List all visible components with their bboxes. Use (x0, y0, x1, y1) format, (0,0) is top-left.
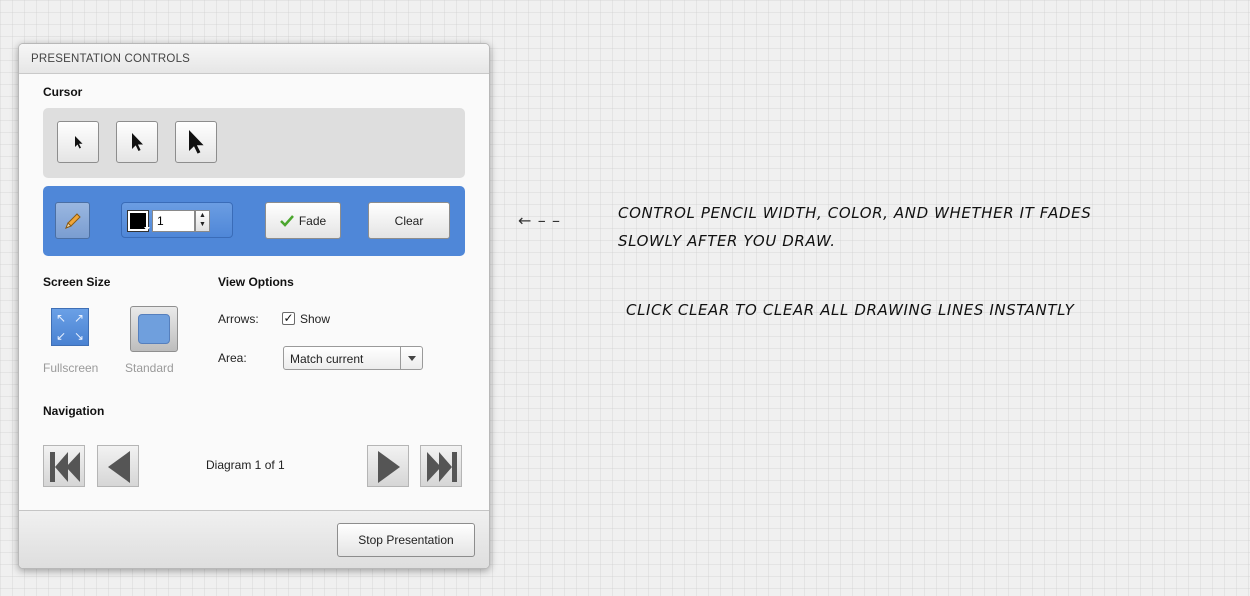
pencil-width-stepper[interactable]: ▲ ▼ (195, 210, 210, 232)
screen-size-title: Screen Size (43, 275, 111, 289)
chevron-down-icon (408, 356, 416, 361)
pencil-style-group: ▲ ▼ (121, 202, 233, 238)
expand-ne-icon: ↗ (74, 311, 85, 325)
swatch-dropdown-icon (144, 227, 150, 231)
fade-button[interactable]: Fade (265, 202, 341, 239)
cursor-small-button[interactable] (57, 121, 99, 163)
stepper-up-icon[interactable]: ▲ (196, 211, 209, 220)
diagram-counter: Diagram 1 of 1 (206, 458, 285, 472)
large-arrow-icon (189, 130, 204, 154)
show-label: Show (300, 312, 331, 326)
annotation-arrow: ← – – (518, 211, 561, 230)
presentation-controls-panel: PRESENTATION CONTROLS Cursor ▲ ▼ (18, 43, 490, 569)
standard-label: Standard (125, 361, 174, 375)
checkmark-icon (279, 214, 294, 227)
cursor-size-group (43, 108, 465, 178)
drawing-controls: ▲ ▼ Fade Clear (43, 186, 465, 256)
skip-to-start-icon (50, 452, 80, 482)
cursor-section-title: Cursor (43, 85, 83, 99)
previous-icon (108, 451, 130, 483)
arrows-label: Arrows: (218, 312, 259, 326)
panel-footer: Stop Presentation (19, 510, 489, 568)
clear-button-label: Clear (394, 213, 424, 228)
expand-se-icon: ↘ (74, 329, 85, 343)
standard-screen-icon (138, 314, 170, 344)
stop-presentation-label: Stop Presentation (358, 533, 454, 547)
annotation-line-2: SLOWLY AFTER YOU DRAW. (618, 232, 836, 250)
first-slide-button[interactable] (43, 445, 85, 487)
expand-sw-icon: ↙ (56, 329, 67, 343)
skip-to-end-icon (427, 452, 457, 482)
annotation-line-3: CLICK CLEAR TO CLEAR ALL DRAWING LINES I… (626, 301, 1075, 319)
previous-slide-button[interactable] (97, 445, 139, 487)
area-label: Area: (218, 351, 247, 365)
cursor-large-button[interactable] (175, 121, 217, 163)
last-slide-button[interactable] (420, 445, 462, 487)
clear-button[interactable]: Clear (368, 202, 450, 239)
pencil-icon (64, 212, 81, 229)
next-icon (378, 451, 400, 483)
stop-presentation-button[interactable]: Stop Presentation (337, 523, 475, 557)
cursor-medium-button[interactable] (116, 121, 158, 163)
fade-button-label: Fade (298, 213, 327, 228)
navigation-title: Navigation (43, 404, 105, 418)
fullscreen-label: Fullscreen (43, 361, 99, 375)
show-arrows-checkbox[interactable]: ✓ (282, 312, 295, 325)
pencil-width-input[interactable] (152, 210, 195, 232)
standard-size-button[interactable] (130, 306, 178, 352)
fullscreen-button[interactable]: ↖ ↗ ↙ ↘ (51, 308, 89, 346)
select-divider (400, 347, 401, 369)
annotation-line-1: CONTROL PENCIL WIDTH, COLOR, AND WHETHER… (618, 204, 1092, 222)
stepper-down-icon[interactable]: ▼ (196, 220, 209, 229)
panel-title: PRESENTATION CONTROLS (19, 44, 489, 74)
expand-nw-icon: ↖ (56, 311, 67, 325)
next-slide-button[interactable] (367, 445, 409, 487)
view-options-title: View Options (218, 275, 294, 289)
pencil-toggle-button[interactable] (55, 202, 90, 239)
area-select-value: Match current (290, 352, 364, 366)
medium-arrow-icon (132, 133, 143, 151)
area-select[interactable]: Match current (283, 346, 423, 370)
small-arrow-icon (75, 136, 83, 149)
